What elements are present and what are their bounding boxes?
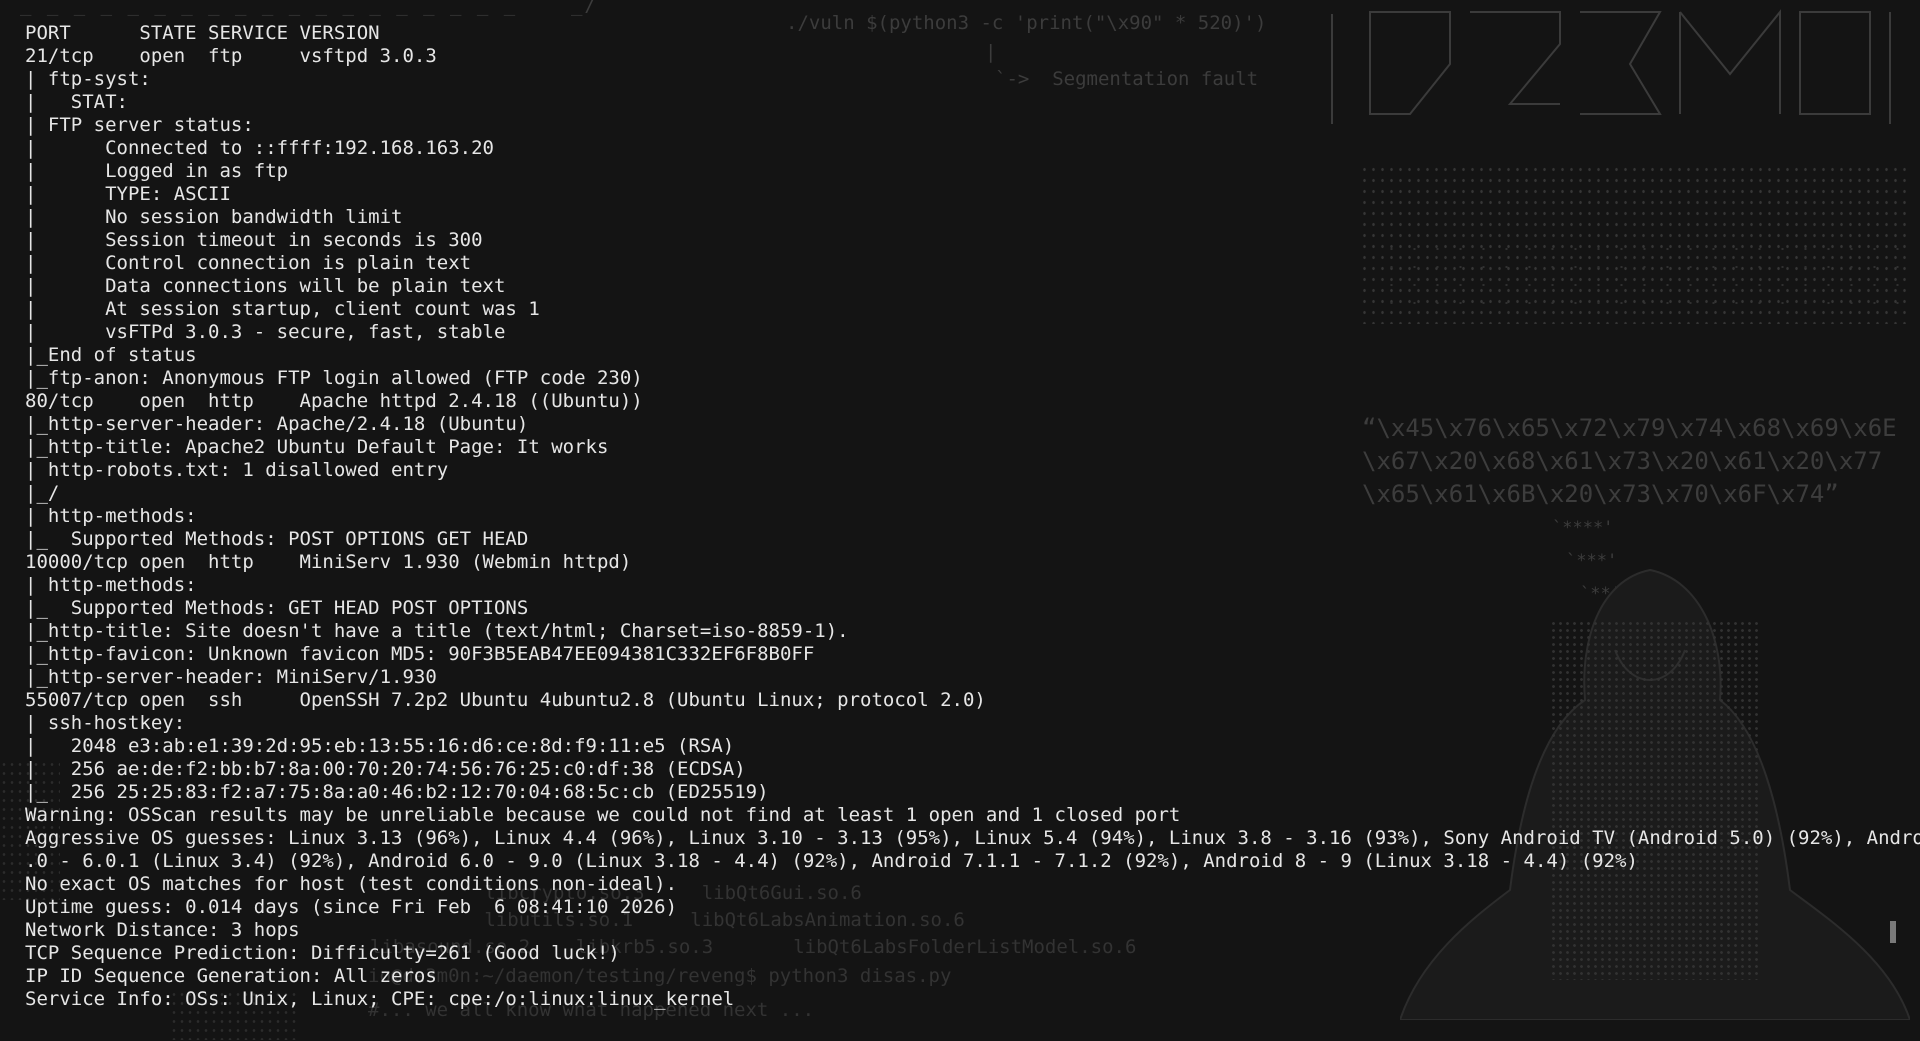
output-line: Uptime guess: 0.014 days (since Fri Feb … bbox=[25, 896, 678, 918]
output-line: | STAT: bbox=[25, 91, 128, 113]
output-line: | At session startup, client count was 1 bbox=[25, 298, 540, 320]
output-line: |_http-favicon: Unknown favicon MD5: 90F… bbox=[25, 643, 815, 665]
output-line: 21/tcp open ftp vsftpd 3.0.3 bbox=[25, 45, 437, 67]
output-line: |_/ bbox=[25, 482, 60, 504]
output-line: Network Distance: 3 hops bbox=[25, 919, 300, 941]
output-line: |_http-title: Apache2 Ubuntu Default Pag… bbox=[25, 436, 609, 458]
output-line: |_ 256 25:25:83:f2:a7:75:8a:a0:46:b2:12:… bbox=[25, 781, 769, 803]
output-line: .0 - 6.0.1 (Linux 3.4) (92%), Android 6.… bbox=[25, 850, 1638, 872]
output-line: |_http-title: Site doesn't have a title … bbox=[25, 620, 849, 642]
output-line: |_ Supported Methods: GET HEAD POST OPTI… bbox=[25, 597, 529, 619]
output-line: |_ftp-anon: Anonymous FTP login allowed … bbox=[25, 367, 643, 389]
output-line: |_http-server-header: MiniServ/1.930 bbox=[25, 666, 437, 688]
output-line: | Session timeout in seconds is 300 bbox=[25, 229, 483, 251]
output-line: PORT STATE SERVICE VERSION bbox=[25, 22, 380, 44]
output-line: IP ID Sequence Generation: All zeros bbox=[25, 965, 437, 987]
wallpaper-dashes: _ _ _ _ _ _ _ _ _ _ _ _ _ _ _ _ _ _ _ _/ bbox=[20, 0, 598, 16]
output-line: | Control connection is plain text bbox=[25, 252, 472, 274]
output-line: | 256 ae:de:f2:bb:b7:8a:00:70:20:74:56:7… bbox=[25, 758, 746, 780]
output-line: | vsFTPd 3.0.3 - secure, fast, stable bbox=[25, 321, 506, 343]
output-line: | ssh-hostkey: bbox=[25, 712, 186, 734]
scrollbar-thumb[interactable] bbox=[1890, 921, 1896, 943]
output-line: Aggressive OS guesses: Linux 3.13 (96%),… bbox=[25, 827, 1920, 849]
output-line: | No session bandwidth limit bbox=[25, 206, 403, 228]
output-line: 55007/tcp open ssh OpenSSH 7.2p2 Ubuntu … bbox=[25, 689, 986, 711]
terminal-window[interactable]: _ _ _ _ _ _ _ _ _ _ _ _ _ _ _ _ _ _ _ _/… bbox=[0, 0, 1920, 1041]
output-line: |_End of status bbox=[25, 344, 197, 366]
output-line: TCP Sequence Prediction: Difficulty=261 … bbox=[25, 942, 620, 964]
nmap-scan-output[interactable]: PORT STATE SERVICE VERSION 21/tcp open ft… bbox=[25, 22, 1920, 1011]
output-line: |_ Supported Methods: POST OPTIONS GET H… bbox=[25, 528, 529, 550]
output-line: No exact OS matches for host (test condi… bbox=[25, 873, 678, 895]
output-line: | http-methods: bbox=[25, 505, 197, 527]
output-line: 10000/tcp open http MiniServ 1.930 (Webm… bbox=[25, 551, 632, 573]
output-line: | ftp-syst: bbox=[25, 68, 151, 90]
output-line: Service Info: OSs: Unix, Linux; CPE: cpe… bbox=[25, 988, 735, 1010]
output-line: | 2048 e3:ab:e1:39:2d:95:eb:13:55:16:d6:… bbox=[25, 735, 735, 757]
output-line: | Connected to ::ffff:192.168.163.20 bbox=[25, 137, 494, 159]
output-line: | http-robots.txt: 1 disallowed entry bbox=[25, 459, 449, 481]
output-line: | Data connections will be plain text bbox=[25, 275, 506, 297]
output-line: |_http-server-header: Apache/2.4.18 (Ubu… bbox=[25, 413, 529, 435]
output-line: Warning: OSScan results may be unreliabl… bbox=[25, 804, 1181, 826]
output-line: | FTP server status: bbox=[25, 114, 254, 136]
output-line: | http-methods: bbox=[25, 574, 197, 596]
output-line: | TYPE: ASCII bbox=[25, 183, 231, 205]
output-line: | Logged in as ftp bbox=[25, 160, 289, 182]
output-line: 80/tcp open http Apache httpd 2.4.18 ((U… bbox=[25, 390, 643, 412]
